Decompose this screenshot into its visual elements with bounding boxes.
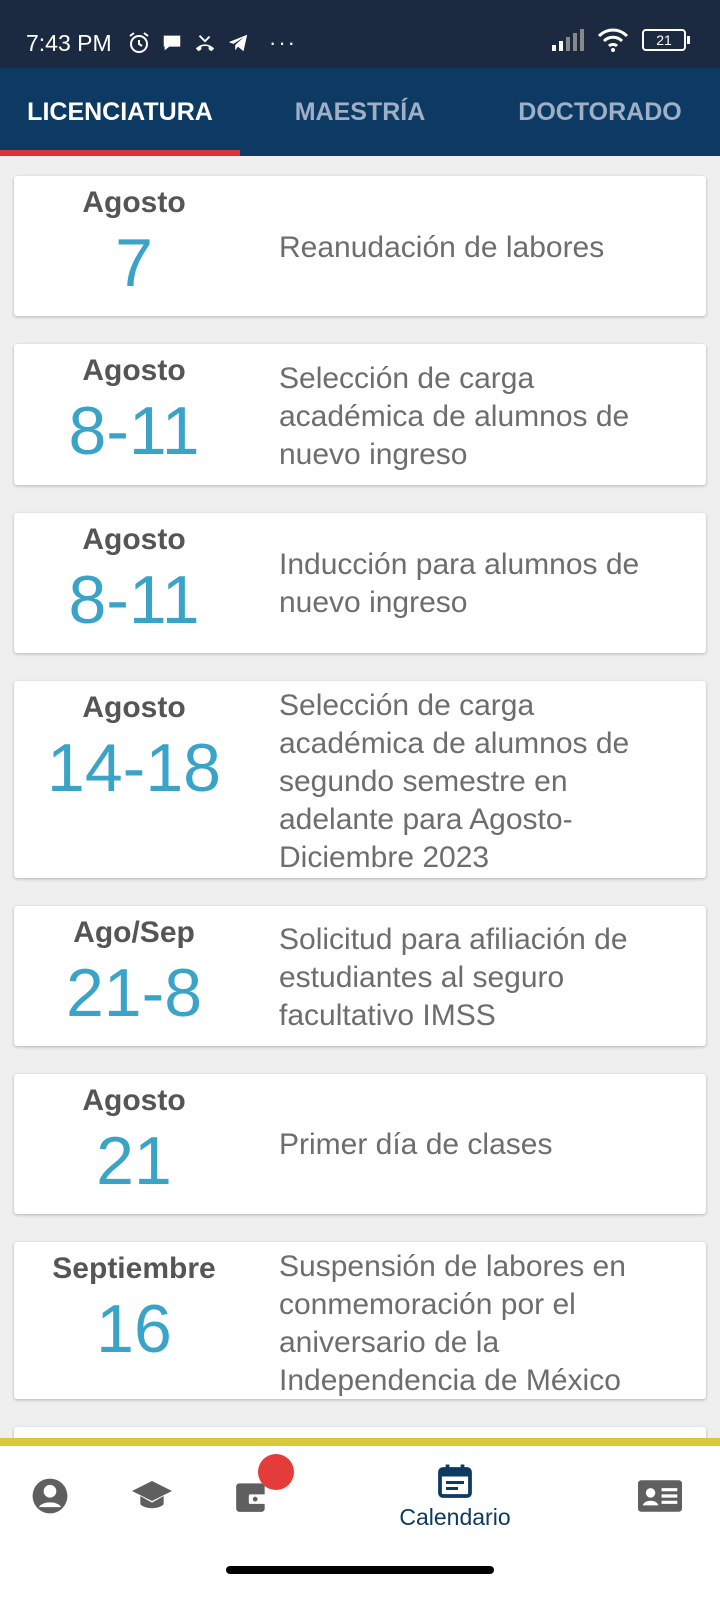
battery-level: 21 [642, 29, 686, 51]
nav-id-card[interactable] [630, 1446, 690, 1546]
nav-calendario[interactable]: Calendario [380, 1446, 530, 1546]
event-description: Reanudación de labores [279, 231, 605, 264]
event-description: Suspensión de labores en conmemoración p… [279, 1250, 626, 1397]
event-day: 21 [96, 1123, 172, 1199]
event-day: 21-8 [65, 955, 203, 1031]
id-card-icon [638, 1480, 682, 1512]
alarm-icon [129, 32, 149, 53]
wifi-icon [598, 28, 628, 52]
event-day: 16 [96, 1291, 172, 1367]
event-month: Septiembre [52, 1252, 216, 1285]
signal-icon [552, 29, 584, 51]
tab-doctorado[interactable]: DOCTORADO [480, 68, 720, 156]
event-description: Primer día de clases [279, 1128, 553, 1161]
event-card[interactable]: Agosto 8-11 Inducción para alumnos de nu… [14, 513, 706, 653]
chat-icon [163, 35, 181, 51]
status-bar: 7:43 PM ··· 21 [0, 0, 720, 68]
event-month: Agosto [82, 186, 186, 219]
battery-icon: 21 [642, 29, 690, 51]
event-card[interactable]: Agosto 14-18 Selección de carga académic… [14, 681, 706, 878]
nav-calendario-label: Calendario [399, 1503, 511, 1530]
event-day: 8-11 [68, 562, 200, 638]
nav-profile[interactable] [20, 1446, 80, 1546]
event-description: Selección de carga académica de alumnos … [279, 689, 630, 874]
event-month: Ago/Sep [73, 916, 195, 949]
tab-licenciatura[interactable]: LICENCIATURA [0, 68, 240, 156]
event-day: 8-11 [68, 393, 200, 469]
nav-academic[interactable] [122, 1446, 182, 1546]
event-description: Inducción para alumnos de nuevo ingreso [279, 548, 640, 619]
event-day: 7 [115, 225, 153, 301]
notification-badge [258, 1454, 294, 1490]
missed-call-icon [195, 35, 215, 52]
bottom-navigation: Calendario [0, 1446, 720, 1546]
event-month: Agosto [82, 354, 186, 387]
tab-maestria[interactable]: MAESTRÍA [240, 68, 480, 156]
event-list: Agosto 7 Reanudación de labores Agosto 8… [14, 176, 706, 1495]
telegram-icon [228, 34, 248, 52]
event-card[interactable]: Ago/Sep 21-8 Solicitud para afiliación d… [14, 906, 706, 1046]
graduation-cap-icon [132, 1481, 172, 1509]
more-dots-icon: ··· [269, 30, 297, 55]
home-indicator[interactable] [226, 1566, 494, 1574]
event-card[interactable]: Agosto 7 Reanudación de labores [14, 176, 706, 316]
event-card[interactable]: Agosto 8-11 Selección de carga académica… [14, 344, 706, 485]
program-tabs: LICENCIATURA MAESTRÍA DOCTORADO [0, 68, 720, 156]
event-card[interactable]: Agosto 21 Primer día de clases [14, 1074, 706, 1214]
event-description: Selección de carga académica de alumnos … [279, 362, 630, 471]
active-tab-indicator [0, 150, 240, 156]
nav-payments[interactable] [222, 1446, 294, 1546]
event-month: Agosto [82, 691, 186, 724]
event-day: 14-18 [47, 730, 221, 806]
system-gesture-bar [0, 1546, 720, 1600]
event-month: Agosto [82, 1084, 186, 1117]
calendar-icon [438, 1464, 472, 1498]
event-description: Solicitud para afiliación de estudiantes… [279, 923, 628, 1032]
status-time: 7:43 PM [26, 30, 112, 56]
event-month: Agosto [82, 523, 186, 556]
profile-icon [32, 1478, 68, 1514]
event-card[interactable]: Septiembre 16 Suspensión de labores en c… [14, 1242, 706, 1399]
bottom-accent-strip [0, 1438, 720, 1446]
